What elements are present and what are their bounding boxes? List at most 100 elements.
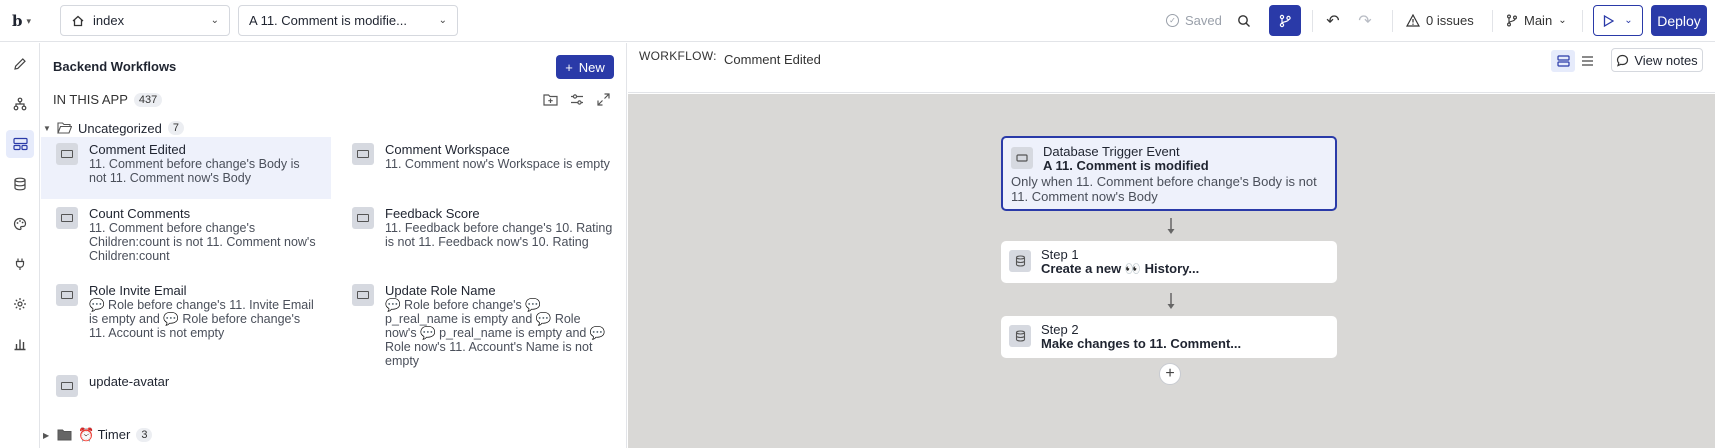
step-action: Create a new 👀 History... [1041, 261, 1200, 276]
add-step-button[interactable]: + [1159, 363, 1181, 385]
filter-button[interactable] [568, 90, 586, 108]
workflow-item-update-role-name[interactable]: Update Role Name 💬 Role before change's … [337, 278, 627, 368]
step-card-2[interactable]: Step 2 Make changes to 11. Comment... [1001, 316, 1337, 358]
undo-icon: ↶ [1326, 12, 1340, 30]
page-select-value: index [93, 13, 125, 28]
folder-timer[interactable]: ▶ ⏰ Timer 3 [43, 426, 153, 444]
workflow-condition: 11. Comment before change's Body is not … [89, 157, 300, 185]
divider [1492, 10, 1493, 32]
divider [1312, 10, 1313, 32]
plus-icon: + [1165, 365, 1175, 382]
in-app-label: IN THIS APP [53, 92, 128, 107]
backend-workflows-tab[interactable] [6, 130, 34, 158]
workflow-name: Comment Edited [89, 142, 186, 157]
folder-icon [57, 429, 72, 441]
version-control-button[interactable] [1269, 5, 1301, 36]
chevron-down-icon: ⌄ [1558, 15, 1567, 26]
plugins-tab[interactable] [6, 250, 34, 278]
workflow-editor: WORKFLOW: Comment Edited View notes Data… [628, 43, 1715, 448]
workflow-condition: 💬 Role before change's 11. Invite Email … [89, 298, 314, 340]
check-circle-icon: ✓ [1166, 14, 1179, 27]
workflow-item-feedback-score[interactable]: Feedback Score 11. Feedback before chang… [337, 201, 627, 273]
workflow-icon [56, 284, 78, 306]
workflow-select-value: A 11. Comment is modifie... [249, 13, 407, 28]
workflow-item-comment-workspace[interactable]: Comment Workspace 11. Comment now's Work… [337, 137, 627, 199]
workflow-condition: 11. Comment now's Workspace is empty [385, 157, 610, 171]
trigger-condition: Only when 11. Comment before change's Bo… [1011, 174, 1317, 204]
workflow-item-count-comments[interactable]: Count Comments 11. Comment before change… [41, 201, 331, 273]
step-card-1[interactable]: Step 1 Create a new 👀 History... [1001, 241, 1337, 283]
workflow-header: WORKFLOW: Comment Edited View notes [628, 43, 1715, 93]
view-notes-label: View notes [1634, 52, 1698, 68]
search-button[interactable] [1233, 5, 1255, 36]
bar-chart-icon [14, 339, 26, 351]
list-view-button[interactable] [1575, 50, 1599, 72]
trigger-card[interactable]: Database Trigger Event A 11. Comment is … [1001, 136, 1337, 211]
branch-select[interactable]: Main ⌄ [1506, 5, 1567, 36]
deploy-button[interactable]: Deploy [1651, 5, 1707, 36]
workflow-icon [352, 284, 374, 306]
folder-count-badge: 3 [136, 428, 153, 442]
chevron-down-icon: ⌄ [210, 15, 219, 26]
view-toggle [1551, 50, 1599, 72]
warning-icon [1406, 14, 1420, 27]
folder-name: ⏰ Timer [78, 427, 131, 442]
workflow-name: Role Invite Email [89, 283, 187, 298]
expand-panel-button[interactable] [594, 90, 612, 108]
plus-icon: + [565, 59, 573, 75]
logs-tab[interactable] [6, 330, 34, 358]
new-workflow-button[interactable]: + New [556, 55, 614, 79]
trigger-type: Database Trigger Event [1043, 144, 1180, 159]
workflow-icon [56, 375, 78, 397]
workflow-name: Feedback Score [385, 206, 480, 221]
issues-label: 0 issues [1426, 13, 1474, 28]
divider [1392, 10, 1393, 32]
workflow-icon [1011, 147, 1033, 169]
page-select[interactable]: index ⌄ [60, 5, 230, 36]
workflow-name: Comment Workspace [385, 142, 510, 157]
play-icon [1604, 14, 1615, 27]
redo-button[interactable]: ↷ [1354, 5, 1376, 36]
workflow-name-field[interactable]: Comment Edited [724, 52, 821, 67]
database-icon [14, 177, 26, 191]
workflow-condition: 11. Comment before change's Children:cou… [89, 221, 316, 263]
workflow-icon [56, 143, 78, 165]
divider [1582, 10, 1583, 32]
workflow-icon [352, 143, 374, 165]
workflow-tab[interactable] [6, 90, 34, 118]
undo-button[interactable]: ↶ [1322, 5, 1344, 36]
workflow-canvas[interactable]: Database Trigger Event A 11. Comment is … [628, 94, 1715, 448]
step-label: Step 2 [1041, 322, 1079, 337]
flow-icon [13, 97, 27, 111]
caret-down-icon: ▼ [43, 123, 51, 133]
step-action: Make changes to 11. Comment... [1041, 336, 1242, 351]
app-logo-menu[interactable]: b ▾ [12, 10, 48, 32]
backend-workflow-icon [12, 137, 28, 151]
workflow-name: Update Role Name [385, 283, 496, 298]
folder-count-badge: 7 [167, 121, 184, 135]
git-branch-icon [1507, 14, 1517, 27]
database-icon [1009, 325, 1031, 347]
workflow-name: update-avatar [89, 374, 170, 389]
folder-uncategorized[interactable]: ▼ Uncategorized 7 [43, 119, 184, 137]
workflow-item-role-invite-email[interactable]: Role Invite Email 💬 Role before change's… [41, 278, 331, 358]
card-view-button[interactable] [1551, 50, 1575, 72]
run-preview-button[interactable]: ⌄ [1593, 5, 1643, 36]
chevron-down-icon: ⌄ [438, 15, 447, 26]
plug-icon [15, 258, 25, 270]
settings-tab[interactable] [6, 290, 34, 318]
workflow-label: WORKFLOW: [639, 49, 717, 63]
logo-icon: b [12, 12, 23, 30]
new-folder-button[interactable] [541, 90, 559, 108]
workflow-item-update-avatar[interactable]: update-avatar [41, 369, 331, 401]
styles-tab[interactable] [6, 210, 34, 238]
arrow-down-icon [1167, 218, 1175, 234]
issues-button[interactable]: 0 issues [1406, 5, 1474, 36]
gear-icon [14, 298, 26, 310]
data-tab[interactable] [6, 170, 34, 198]
workflow-item-comment-edited[interactable]: Comment Edited 11. Comment before change… [41, 137, 331, 199]
design-tab[interactable] [6, 50, 34, 78]
workflow-select[interactable]: A 11. Comment is modifie... ⌄ [238, 5, 458, 36]
arrow-down-icon [1167, 293, 1175, 309]
view-notes-button[interactable]: View notes [1611, 48, 1703, 72]
